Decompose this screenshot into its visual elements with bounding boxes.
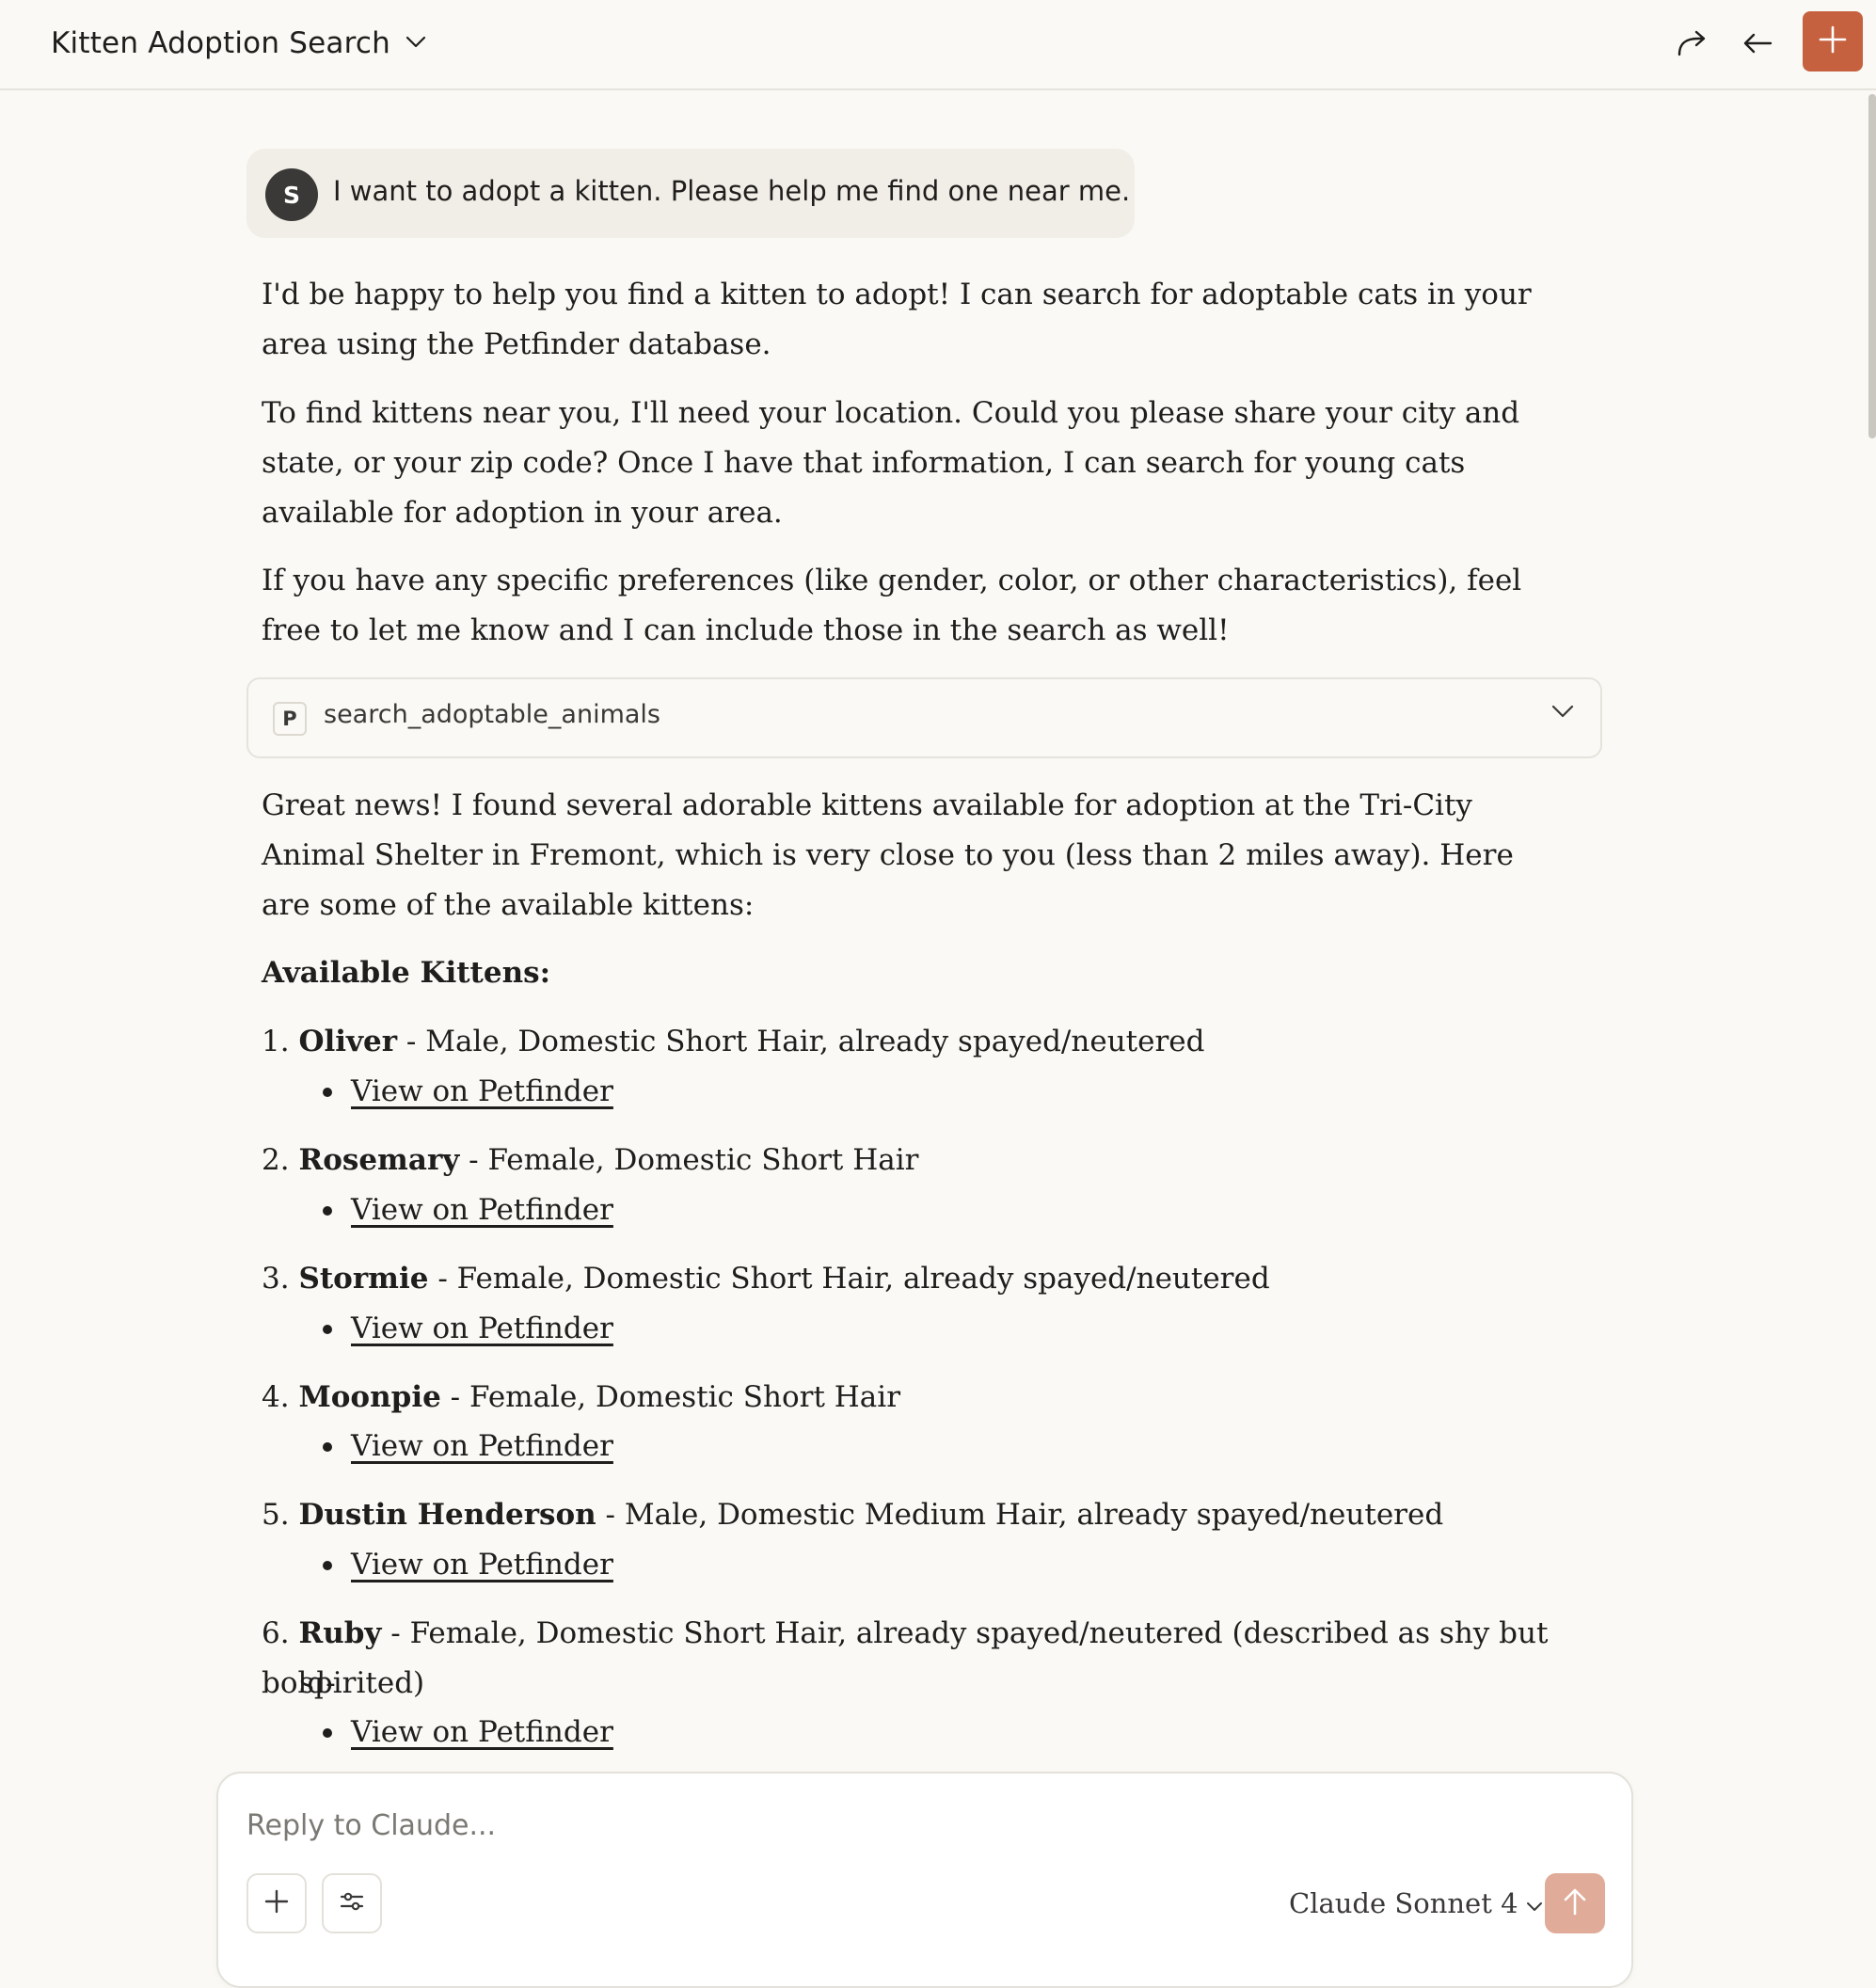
kitten-name: Dustin Henderson xyxy=(298,1498,596,1532)
conversation-title: Kitten Adoption Search xyxy=(51,26,390,60)
new-chat-button[interactable] xyxy=(1803,11,1863,72)
list-number: 4. xyxy=(262,1380,290,1414)
tools-button[interactable] xyxy=(322,1873,382,1933)
bullet xyxy=(323,1728,332,1738)
attach-button[interactable] xyxy=(246,1873,307,1933)
send-button[interactable] xyxy=(1545,1873,1605,1933)
plus-icon xyxy=(1819,25,1847,57)
user-message: S I want to adopt a kitten. Please help … xyxy=(246,149,1135,238)
list-number: 3. xyxy=(262,1262,290,1296)
kitten-description: - Female, Domestic Short Hair xyxy=(440,1380,901,1414)
user-message-text: I want to adopt a kitten. Please help me… xyxy=(333,175,1131,207)
model-selector[interactable]: Claude Sonnet 4 xyxy=(1289,1883,1543,1924)
bullet xyxy=(323,1442,332,1452)
kitten-name: Stormie xyxy=(298,1262,429,1296)
avatar: S xyxy=(265,168,318,221)
tool-call-disclosure[interactable]: P search_adoptable_animals xyxy=(246,677,1602,758)
bullet xyxy=(323,1206,332,1216)
scrollbar[interactable] xyxy=(1868,94,1876,438)
sliders-icon xyxy=(339,1890,365,1916)
chevron-down-icon xyxy=(405,35,426,53)
petfinder-badge-icon: P xyxy=(273,702,307,736)
list-item: 5. Dustin Henderson - Male, Domestic Med… xyxy=(262,1490,1550,1540)
reply-composer: Claude Sonnet 4 xyxy=(216,1772,1633,1988)
bullet xyxy=(323,1325,332,1334)
list-number: 2. xyxy=(262,1143,290,1177)
petfinder-link[interactable]: View on Petfinder xyxy=(351,1708,613,1757)
results-heading: Available Kittens: xyxy=(262,956,551,990)
petfinder-link[interactable]: View on Petfinder xyxy=(351,1304,613,1354)
share-icon[interactable] xyxy=(1669,21,1714,66)
list-item: 1. Oliver - Male, Domestic Short Hair, a… xyxy=(262,1017,1550,1067)
assistant-paragraph: If you have any specific preferences (li… xyxy=(262,564,1522,647)
assistant-paragraph: To find kittens near you, I'll need your… xyxy=(262,396,1520,530)
kitten-description: - Male, Domestic Short Hair, already spa… xyxy=(397,1025,1205,1058)
list-item: 2. Rosemary - Female, Domestic Short Hai… xyxy=(262,1136,1550,1185)
chevron-down-icon xyxy=(1551,704,1574,723)
kitten-name: Ruby xyxy=(298,1616,382,1650)
kitten-description: - Male, Domestic Medium Hair, already sp… xyxy=(596,1498,1444,1532)
bullet xyxy=(323,1088,332,1097)
tool-call-name: search_adoptable_animals xyxy=(324,700,660,729)
results-intro: Great news! I found several adorable kit… xyxy=(262,788,1514,922)
petfinder-link[interactable]: View on Petfinder xyxy=(351,1067,613,1117)
plus-icon xyxy=(264,1889,289,1917)
list-item-continuation: spirited) xyxy=(299,1659,1588,1709)
back-arrow-icon[interactable] xyxy=(1735,21,1780,66)
kitten-description: - Female, Domestic Short Hair xyxy=(459,1143,919,1177)
kitten-name: Oliver xyxy=(298,1025,398,1058)
list-item: 4. Moonpie - Female, Domestic Short Hair xyxy=(262,1373,1550,1423)
list-item: 3. Stormie - Female, Domestic Short Hair… xyxy=(262,1254,1550,1304)
list-number: 6. xyxy=(262,1616,290,1650)
kitten-description: - Female, Domestic Short Hair, already s… xyxy=(428,1262,1270,1296)
reply-input[interactable] xyxy=(246,1802,1564,1849)
top-bar: Kitten Adoption Search xyxy=(0,0,1876,90)
model-name: Claude Sonnet 4 xyxy=(1289,1887,1518,1919)
petfinder-link[interactable]: View on Petfinder xyxy=(351,1540,613,1590)
petfinder-link[interactable]: View on Petfinder xyxy=(351,1422,613,1471)
chevron-down-icon xyxy=(1526,1887,1543,1919)
kitten-description: spirited) xyxy=(299,1666,425,1700)
arrow-up-icon xyxy=(1563,1887,1587,1919)
list-number: 5. xyxy=(262,1498,290,1532)
kitten-name: Moonpie xyxy=(298,1380,441,1414)
bullet xyxy=(323,1561,332,1570)
conversation-title-menu[interactable]: Kitten Adoption Search xyxy=(51,23,426,64)
assistant-paragraph: I'd be happy to help you find a kitten t… xyxy=(262,278,1532,361)
list-number: 1. xyxy=(262,1025,290,1058)
kitten-name: Rosemary xyxy=(298,1143,460,1177)
petfinder-link[interactable]: View on Petfinder xyxy=(351,1185,613,1235)
